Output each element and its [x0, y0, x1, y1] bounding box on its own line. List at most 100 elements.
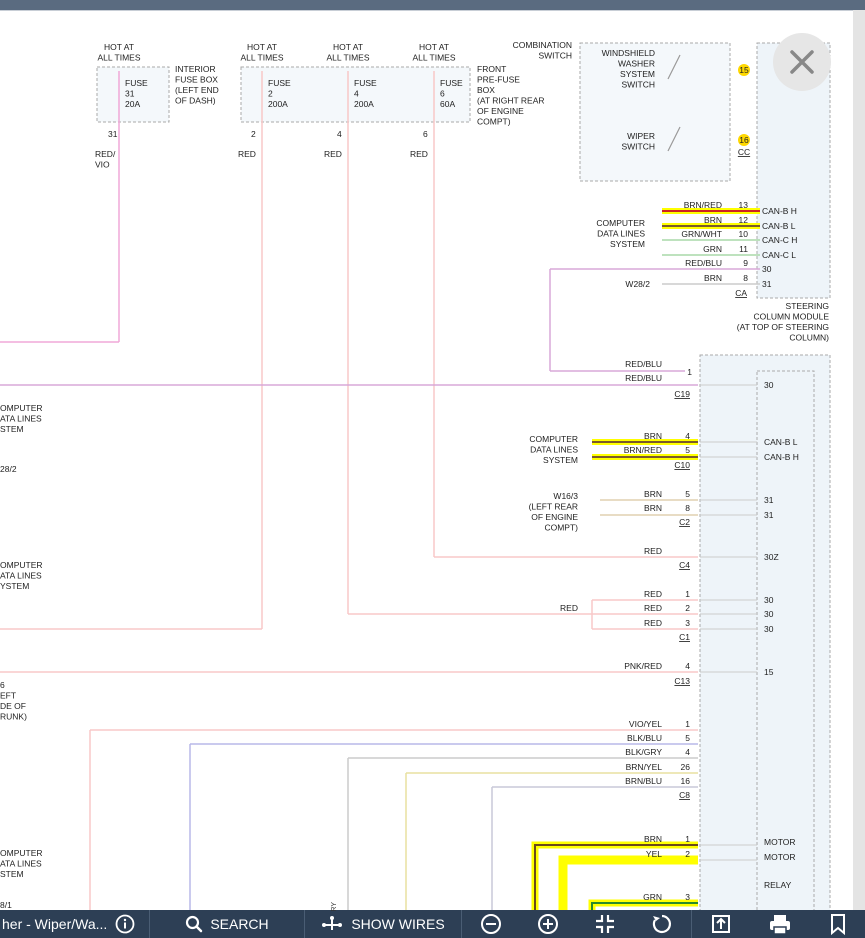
close-button[interactable] — [773, 33, 831, 91]
motor-wire: BRN — [644, 834, 662, 844]
motor-signal: MOTOR — [764, 837, 795, 847]
c19-conn: C19 — [674, 389, 690, 399]
zoom-in-icon[interactable] — [537, 913, 559, 935]
bookmark-icon[interactable] — [829, 913, 847, 935]
c10-label: COMPUTER DATA LINES SYSTEM — [529, 434, 578, 465]
c13-conn: C13 — [674, 676, 690, 686]
left-cropped-label: OMPUTER ATA LINES YSTEM — [0, 560, 43, 591]
motor-pin: 1 — [685, 834, 690, 844]
c1-wire: RED — [644, 603, 662, 613]
c1-wire: RED — [644, 618, 662, 628]
left-cropped-label: 6 EFT DE OF RUNK) — [0, 680, 27, 722]
badge-16-text: 16 — [739, 135, 749, 145]
vertical-stub-label: RY — [331, 902, 338, 912]
c13-signal: 15 — [764, 667, 774, 677]
motor-pin: 2 — [685, 849, 690, 859]
computer-data-lines-label: COMPUTER DATA LINES SYSTEM — [596, 218, 645, 249]
c2-wire2: BRN — [644, 503, 662, 513]
fuse-hot-label: HOT AT ALL TIMES — [98, 42, 141, 63]
left-cropped-label: 28/2 — [0, 464, 17, 474]
c1-input: RED — [560, 603, 578, 613]
ca-signal: 31 — [762, 279, 772, 289]
c1-wire: RED — [644, 589, 662, 599]
c19-wire1: RED/BLU — [625, 359, 662, 369]
c10-signal1: CAN-B L — [764, 437, 798, 447]
ca-wire-color: GRN — [703, 244, 722, 254]
fuse-wire-color: RED/VIO — [95, 149, 116, 170]
c2-label: W16/3 (LEFT REAR OF ENGINE COMPT) — [529, 491, 579, 533]
c2-conn: C2 — [679, 517, 690, 527]
left-cropped-label: 8/1 — [0, 900, 12, 910]
c13-pin: 4 — [685, 661, 690, 671]
c10-wire1: BRN — [644, 431, 662, 441]
c13-wire: PNK/RED — [624, 661, 662, 671]
c10-pin1: 4 — [685, 431, 690, 441]
motor-wire: YEL — [646, 849, 662, 859]
c1-signal: 30 — [764, 609, 774, 619]
search-icon — [185, 915, 203, 933]
ca-signal: 30 — [762, 264, 772, 274]
zoom-controls — [462, 910, 692, 938]
steering-column-module-label: STEERING COLUMN MODULE (AT TOP OF STEERING… — [737, 301, 830, 343]
c2-signal2: 31 — [764, 510, 774, 520]
c10-signal2: CAN-B H — [764, 452, 799, 462]
show-wires-label: SHOW WIRES — [351, 916, 445, 932]
vertical-scrollbar[interactable] — [853, 10, 865, 910]
ca-wire-color: RED/BLU — [685, 258, 722, 268]
ca-signal: CAN-C L — [762, 250, 796, 260]
info-icon[interactable] — [115, 914, 135, 934]
combination-switch-box — [579, 42, 731, 182]
rotate-icon[interactable] — [651, 913, 673, 935]
fuse-pin: 2 — [251, 129, 256, 139]
c1-signal: 30 — [764, 624, 774, 634]
diagram-title-item[interactable]: her - Wiper/Wa... — [0, 910, 150, 938]
fuse-wire-color: RED — [324, 149, 342, 159]
export-icon[interactable] — [710, 913, 732, 935]
ca-wire-color: BRN/RED — [684, 200, 722, 210]
print-icon[interactable] — [768, 913, 792, 935]
motor-signal: RELAY — [764, 880, 792, 890]
ca-pin: 11 — [739, 244, 748, 254]
c1-signal: 30 — [764, 595, 774, 605]
fuse-pin: 6 — [423, 129, 428, 139]
wiper-switch-label: WIPER SWITCH — [621, 131, 655, 152]
c8-wire: BLK/GRY — [625, 747, 662, 757]
left-cropped-label: OMPUTER ATA LINES STEM — [0, 403, 43, 434]
fuse-hot-label: HOT AT ALL TIMES — [327, 42, 370, 63]
c10-wire2: BRN/RED — [624, 445, 662, 455]
fuse-hot-label: HOT AT ALL TIMES — [241, 42, 284, 63]
ca-wire-color: BRN — [704, 273, 722, 283]
search-button[interactable]: SEARCH — [150, 910, 305, 938]
c1-pin: 3 — [685, 618, 690, 628]
show-wires-button[interactable]: SHOW WIRES RY — [305, 902, 462, 938]
ca-pin: 12 — [739, 215, 749, 225]
ca-pin: 13 — [739, 200, 749, 210]
diagram-viewer[interactable]: HOT AT ALL TIMES FUSE 31 20A 31 RED/VIO HOT AT A… — [0, 10, 854, 911]
c8-pin: 5 — [685, 733, 690, 743]
ca-pin: 8 — [743, 273, 748, 283]
c1-conn: C1 — [679, 632, 690, 642]
c8-pin: 26 — [681, 762, 691, 772]
front-prefuse-box-label: FRONT PRE-FUSE BOX (AT RIGHT REAR OF ENGINE C… — [477, 64, 545, 127]
ca-pin: 10 — [739, 229, 749, 239]
zoom-out-icon[interactable] — [480, 913, 502, 935]
left-cropped-label: OMPUTER ATA LINES STEM — [0, 848, 43, 879]
c8-conn: C8 — [679, 790, 690, 800]
c2-signal1: 31 — [764, 495, 774, 505]
c4-conn: C4 — [679, 560, 690, 570]
fuse-wire-color: RED — [410, 149, 428, 159]
wires-icon — [321, 915, 343, 933]
file-controls — [692, 910, 865, 938]
fit-icon[interactable] — [594, 913, 616, 935]
c8-wire: BRN/BLU — [625, 776, 662, 786]
ca-wire-color: BRN — [704, 215, 722, 225]
ca-signal: CAN-B H — [762, 206, 797, 216]
combination-switch-label: COMBINATION SWITCH — [513, 40, 572, 61]
c10-conn: C10 — [674, 460, 690, 470]
c1-pin: 2 — [685, 603, 690, 613]
ca-conn-label: CA — [735, 288, 747, 298]
cc-label: CC — [738, 147, 750, 157]
c8-wire: BLK/BLU — [627, 733, 662, 743]
motor-signal: MOTOR — [764, 852, 795, 862]
fuse-hot-label: HOT AT ALL TIMES — [413, 42, 456, 63]
